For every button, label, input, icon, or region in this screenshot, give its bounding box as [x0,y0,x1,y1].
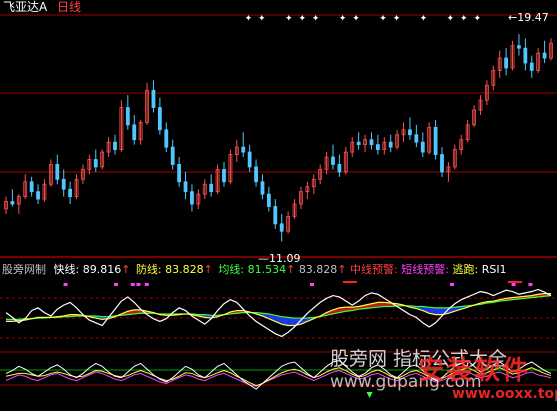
candle-body [10,201,15,205]
candle-body [29,181,34,193]
extra-arrow: ↑ [337,263,347,276]
warning-marker [450,283,454,286]
signal-marker: ✦ [245,14,253,24]
band-fill [288,317,295,326]
candle-body [517,45,521,49]
candle-body [241,146,246,153]
warning-marker [511,283,516,286]
stock-chart[interactable]: ✦ ✦ ✦ ✦ ✦ ✦ ✦ ✦ ✦ ✦ ✦ ✦ ✦ 飞亚达A 日线 ←19.47 —11.09 股旁网制… [0,0,557,408]
indicator-group [5,281,552,338]
mid-warning-label: 中线预警: [350,263,398,276]
candle-body [504,57,509,69]
candle-body [254,166,258,183]
warning-marker [63,283,68,286]
candle-body [190,191,194,205]
candle-body [337,164,342,173]
candle-body [61,178,66,190]
warning-marker [114,283,118,286]
fast-value: 89.816 [82,263,122,276]
candle-body [68,188,73,198]
extra-value: 83.828 [298,263,338,276]
candles-group [4,34,553,242]
signal-marker: ✦ [393,14,401,24]
grid-lines [0,14,557,386]
warning-marker [310,283,314,286]
defense-arrow: ↑ [203,263,213,276]
candle-body [542,52,547,59]
short-warning-label: 短线预警: [401,263,449,276]
candle-body [420,141,425,153]
signal-marker: ✦ [379,14,387,24]
candle-body [164,129,169,148]
candle-body [151,89,156,108]
watermark-stamp: 安装软件 [418,356,531,386]
candle-body [356,141,361,146]
band-fill [435,307,442,315]
candle-body [433,126,438,155]
watermark-stamp-url: www.ooxx.top [452,386,557,402]
candle-body [388,141,393,148]
candle-body [113,141,117,151]
defense-value: 83.828 [165,263,204,276]
candle-body [414,134,419,143]
fast-line [5,288,552,338]
candle-body [331,156,335,165]
mid-warning-bar [508,281,522,283]
signal-marker: ✦ [312,14,320,24]
signal-marker: ✦ [285,14,293,24]
candle-body [273,206,278,225]
mean-label: 均线: [218,263,245,276]
fast-label: 快线: [53,263,80,276]
high-price-label: ←19.47 [508,11,549,24]
indicator-header: 股旁网制 快线: 89.816↑ 防线: 83.828↑ 均线: 81.534↑… [2,263,507,276]
candle-body [222,169,226,183]
signal-marker: ✦ [460,14,468,24]
candle-body [125,107,130,126]
warning-marker [130,283,135,286]
candle-body [369,139,374,146]
candle-body [279,223,284,232]
candle-body [408,129,412,136]
warning-marker [136,283,141,286]
rsi-label: RSI1 [481,263,507,276]
warning-marker [144,283,149,286]
candle-body [247,151,252,168]
green-marker [366,392,373,398]
period-label[interactable]: 日线 [57,1,81,14]
candle-body [440,154,444,173]
stock-title: 飞亚达A [3,0,48,14]
warning-marker [528,283,533,286]
signal-marker: ✦ [258,14,266,24]
candle-body [55,164,60,180]
high-price-value: 19.47 [517,11,549,24]
candle-body [529,62,534,71]
escape-label: 逃跑: [452,263,479,276]
candle-body [157,107,162,131]
signal-marker: ✦ [420,14,428,24]
signal-marker: ✦ [447,14,455,24]
candle-body [93,159,98,168]
signal-marker: ✦ [339,14,347,24]
candle-body [183,181,188,193]
mean-arrow: ↑ [286,263,296,276]
candle-body [177,164,182,183]
mid-warning-bar [343,281,357,283]
fast-arrow: ↑ [121,263,131,276]
candle-body [170,146,175,165]
candle-body [132,124,137,141]
signal-marker: ✦ [298,14,306,24]
signal-marker: ✦ [473,14,481,24]
candle-body [375,144,380,151]
candle-body [260,181,265,195]
candle-body [36,191,40,200]
indicator-name[interactable]: 股旁网制 [2,263,46,276]
mean-value: 81.534 [247,263,287,276]
candle-body [266,193,271,207]
candle-body [209,183,214,193]
signal-marker: ✦ [352,14,360,24]
candle-body [523,47,528,64]
defense-label: 防线: [135,263,162,276]
